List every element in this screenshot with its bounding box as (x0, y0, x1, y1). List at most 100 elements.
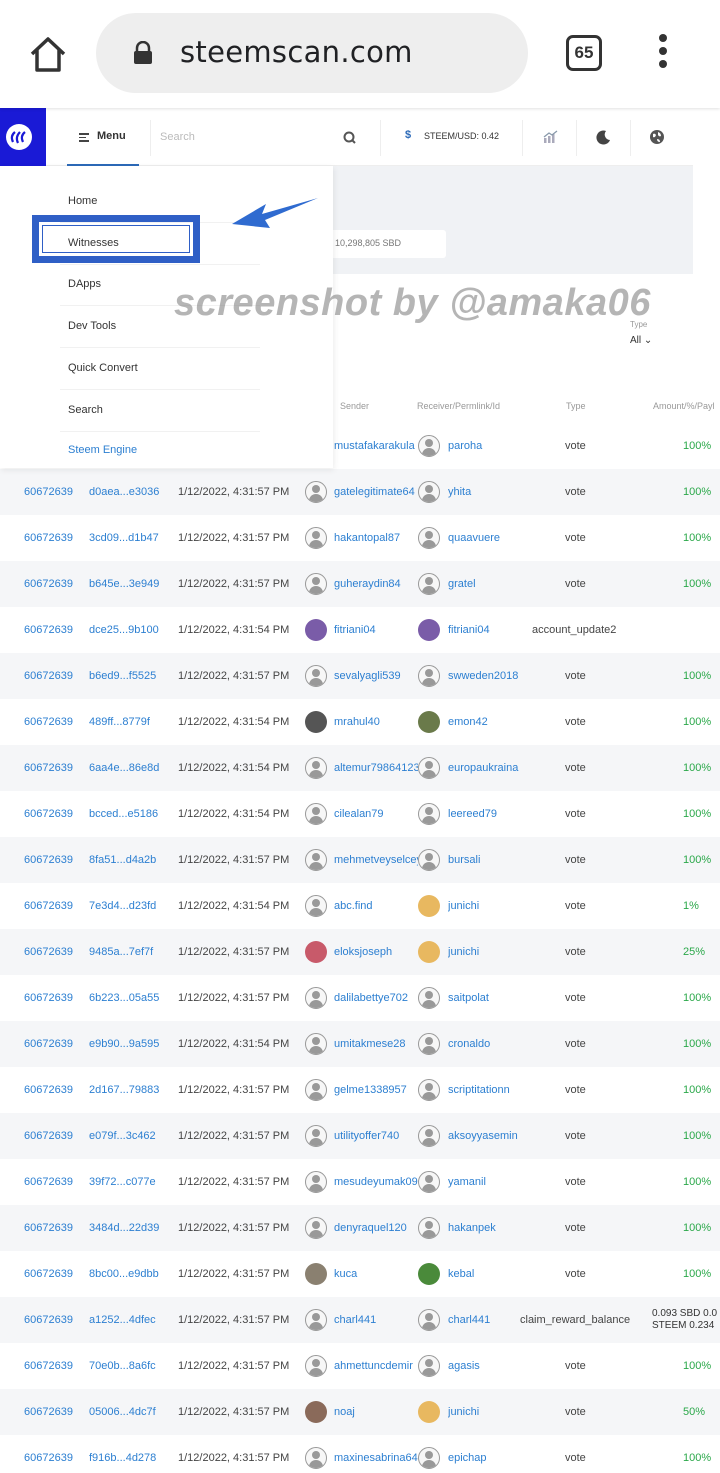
search-icon[interactable] (343, 131, 356, 144)
sender-link[interactable]: mrahul40 (334, 699, 418, 745)
menu-item-quick-convert[interactable]: Quick Convert (68, 348, 258, 388)
sender-link[interactable]: utilityoffer740 (334, 1113, 418, 1159)
transaction-link[interactable]: bcced...e5186 (89, 791, 169, 837)
receiver-link[interactable]: bursali (448, 837, 528, 883)
sender-link[interactable]: sevalyagli539 (334, 653, 418, 699)
sender-link[interactable]: fitriani04 (334, 607, 418, 653)
sender-link[interactable]: ahmettuncdemir (334, 1343, 418, 1389)
transaction-link[interactable]: 9485a...7ef7f (89, 929, 169, 975)
sender-link[interactable]: altemur79864123 (334, 745, 418, 791)
transaction-link[interactable]: 3484d...22d39 (89, 1205, 169, 1251)
user-avatar-icon[interactable] (418, 803, 440, 825)
block-link[interactable]: 60672639 (24, 1205, 73, 1251)
block-link[interactable]: 60672639 (24, 607, 73, 653)
user-avatar-icon[interactable] (305, 711, 327, 733)
receiver-link[interactable]: scriptitationn (448, 1067, 528, 1113)
sender-link[interactable]: maxinesabrina64 (334, 1435, 418, 1473)
sender-link[interactable]: dalilabettye702 (334, 975, 418, 1021)
menu-item-steem-engine[interactable]: Steem Engine (68, 430, 258, 470)
transaction-link[interactable]: 39f72...c077e (89, 1159, 169, 1205)
transaction-link[interactable]: b645e...3e949 (89, 561, 169, 607)
sender-link[interactable]: abc.find (334, 883, 418, 929)
user-avatar-icon[interactable] (305, 1309, 327, 1331)
transaction-link[interactable]: f916b...4d278 (89, 1435, 169, 1473)
user-avatar-icon[interactable] (305, 573, 327, 595)
receiver-link[interactable]: emon42 (448, 699, 528, 745)
home-icon[interactable] (26, 32, 70, 76)
user-avatar-icon[interactable] (305, 849, 327, 871)
block-link[interactable]: 60672639 (24, 791, 73, 837)
user-avatar-icon[interactable] (418, 1217, 440, 1239)
transaction-link[interactable]: 70e0b...8a6fc (89, 1343, 169, 1389)
block-link[interactable]: 60672639 (24, 929, 73, 975)
block-link[interactable]: 60672639 (24, 561, 73, 607)
block-link[interactable]: 60672639 (24, 1159, 73, 1205)
receiver-link[interactable]: kebal (448, 1251, 528, 1297)
user-avatar-icon[interactable] (305, 1171, 327, 1193)
block-link[interactable]: 60672639 (24, 515, 73, 561)
user-avatar-icon[interactable] (305, 941, 327, 963)
receiver-link[interactable]: europaukraina (448, 745, 528, 791)
user-avatar-icon[interactable] (305, 895, 327, 917)
user-avatar-icon[interactable] (305, 1079, 327, 1101)
user-avatar-icon[interactable] (418, 1125, 440, 1147)
chart-icon[interactable] (543, 130, 558, 144)
user-avatar-icon[interactable] (418, 941, 440, 963)
transaction-link[interactable]: e079f...3c462 (89, 1113, 169, 1159)
steem-logo[interactable] (0, 108, 46, 166)
user-avatar-icon[interactable] (305, 757, 327, 779)
user-avatar-icon[interactable] (305, 803, 327, 825)
receiver-link[interactable]: agasis (448, 1343, 528, 1389)
user-avatar-icon[interactable] (305, 665, 327, 687)
block-link[interactable]: 60672639 (24, 699, 73, 745)
sender-link[interactable]: cilealan79 (334, 791, 418, 837)
transaction-link[interactable]: e9b90...9a595 (89, 1021, 169, 1067)
user-avatar-icon[interactable] (418, 1355, 440, 1377)
block-link[interactable]: 60672639 (24, 1389, 73, 1435)
receiver-link[interactable]: saitpolat (448, 975, 528, 1021)
receiver-link[interactable]: charl441 (448, 1297, 528, 1343)
transaction-link[interactable]: 8fa51...d4a2b (89, 837, 169, 883)
transaction-link[interactable]: 6aa4e...86e8d (89, 745, 169, 791)
user-avatar-icon[interactable] (418, 1171, 440, 1193)
user-avatar-icon[interactable] (418, 895, 440, 917)
receiver-link[interactable]: paroha (448, 423, 528, 469)
more-options-icon[interactable] (656, 34, 670, 74)
menu-button[interactable]: Menu (67, 108, 139, 166)
block-link[interactable]: 60672639 (24, 883, 73, 929)
block-link[interactable]: 60672639 (24, 1251, 73, 1297)
user-avatar-icon[interactable] (418, 1447, 440, 1469)
receiver-link[interactable]: hakanpek (448, 1205, 528, 1251)
receiver-link[interactable]: junichi (448, 1389, 528, 1435)
type-filter-select[interactable]: All ⌄ (630, 335, 652, 346)
block-link[interactable]: 60672639 (24, 837, 73, 883)
user-avatar-icon[interactable] (418, 757, 440, 779)
transaction-link[interactable]: a1252...4dfec (89, 1297, 169, 1343)
user-avatar-icon[interactable] (418, 1401, 440, 1423)
user-avatar-icon[interactable] (305, 1401, 327, 1423)
user-avatar-icon[interactable] (418, 849, 440, 871)
user-avatar-icon[interactable] (305, 1447, 327, 1469)
sender-link[interactable]: guheraydin84 (334, 561, 418, 607)
sender-link[interactable]: mehmetveyselcey (334, 837, 418, 883)
user-avatar-icon[interactable] (418, 435, 440, 457)
receiver-link[interactable]: quaavuere (448, 515, 528, 561)
receiver-link[interactable]: gratel (448, 561, 528, 607)
sender-link[interactable]: mustafakarakula (334, 423, 418, 469)
transaction-link[interactable]: 2d167...79883 (89, 1067, 169, 1113)
sender-link[interactable]: gatelegitimate64 (334, 469, 418, 515)
transaction-link[interactable]: b6ed9...f5525 (89, 653, 169, 699)
block-link[interactable]: 60672639 (24, 1343, 73, 1389)
sender-link[interactable]: charl441 (334, 1297, 418, 1343)
user-avatar-icon[interactable] (418, 481, 440, 503)
user-avatar-icon[interactable] (418, 1033, 440, 1055)
sender-link[interactable]: hakantopal87 (334, 515, 418, 561)
user-avatar-icon[interactable] (418, 987, 440, 1009)
language-globe-icon[interactable] (649, 129, 665, 145)
block-link[interactable]: 60672639 (24, 653, 73, 699)
block-link[interactable]: 60672639 (24, 1067, 73, 1113)
user-avatar-icon[interactable] (305, 1033, 327, 1055)
transaction-link[interactable]: d0aea...e3036 (89, 469, 169, 515)
user-avatar-icon[interactable] (305, 1125, 327, 1147)
receiver-link[interactable]: fitriani04 (448, 607, 528, 653)
